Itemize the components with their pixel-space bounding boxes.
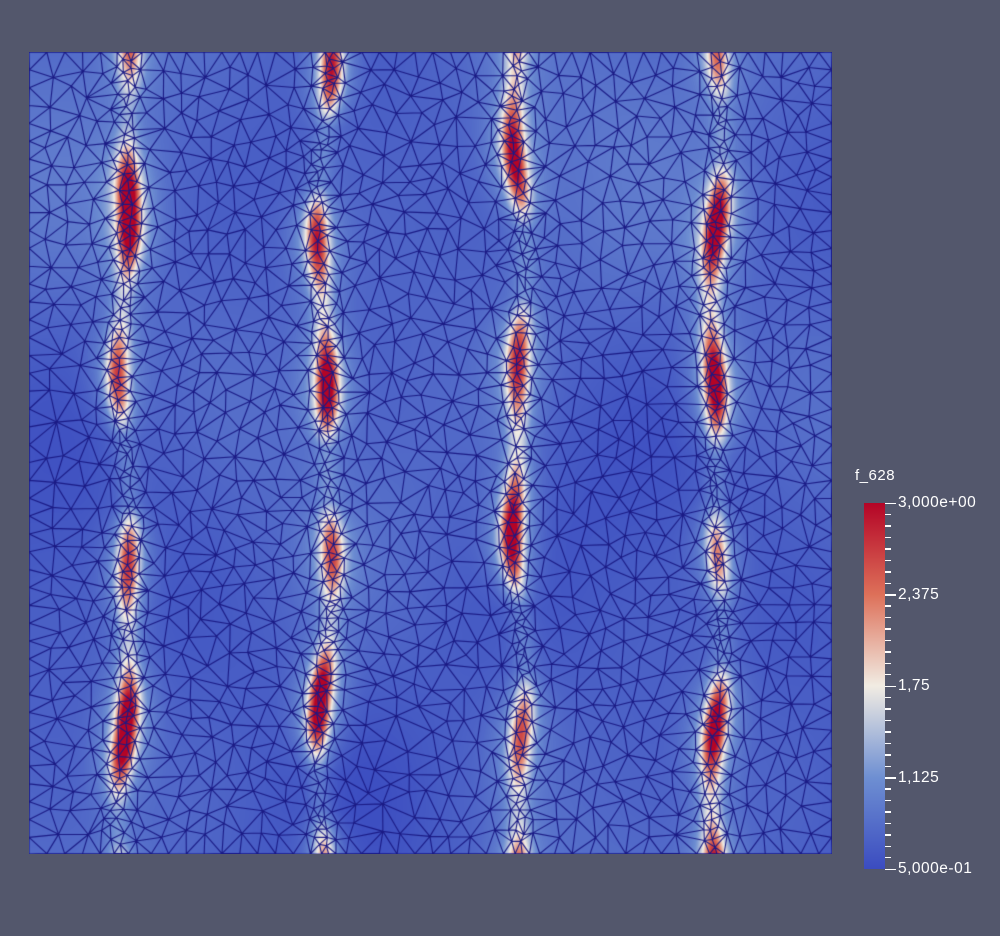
colorbar-major-tick bbox=[885, 685, 896, 688]
colorbar-minor-tick bbox=[885, 799, 891, 802]
colorbar-minor-tick bbox=[885, 696, 891, 699]
colorbar-minor-tick bbox=[885, 571, 891, 573]
colorbar-minor-tick bbox=[885, 559, 891, 562]
colorbar-major-tick bbox=[885, 777, 896, 779]
colorbar-minor-tick bbox=[885, 811, 891, 813]
colorbar-label: 1,75 bbox=[898, 677, 931, 694]
colorbar-label: 1,125 bbox=[898, 768, 940, 786]
colorbar-minor-tick bbox=[885, 708, 891, 710]
colorbar-minor-tick bbox=[885, 582, 891, 584]
mesh-render-canvas[interactable] bbox=[29, 52, 832, 854]
colorbar-minor-tick bbox=[885, 719, 891, 722]
colorbar-minor-tick bbox=[885, 536, 891, 539]
colorbar-minor-tick bbox=[885, 639, 891, 642]
colorbar-minor-tick bbox=[885, 525, 891, 527]
colorbar-label: 5,000e-01 bbox=[898, 860, 973, 877]
colorbar-minor-tick bbox=[885, 616, 891, 619]
colorbar-minor-tick bbox=[885, 822, 891, 825]
colorbar-minor-tick bbox=[885, 548, 891, 550]
colorbar-minor-tick bbox=[885, 513, 891, 516]
colorbar-minor-tick bbox=[885, 628, 891, 630]
colorbar-minor-tick bbox=[885, 651, 891, 653]
colorbar-title: f_628 bbox=[855, 467, 896, 484]
colorbar-minor-tick bbox=[885, 834, 891, 836]
colorbar-label: 2,375 bbox=[898, 585, 940, 603]
colorbar-minor-tick bbox=[885, 731, 891, 733]
colorbar-major-tick bbox=[885, 594, 896, 596]
colorbar-minor-tick bbox=[885, 765, 891, 767]
colorbar-minor-tick bbox=[885, 674, 891, 676]
colorbar-minor-tick bbox=[885, 845, 891, 848]
colorbar-minor-tick bbox=[885, 754, 891, 756]
colorbar-major-tick bbox=[885, 868, 896, 871]
colorbar-minor-tick bbox=[885, 788, 891, 790]
colorbar-label: 3,000e+00 bbox=[898, 494, 977, 511]
colorbar-gradient[interactable] bbox=[864, 503, 885, 869]
colorbar-minor-tick bbox=[885, 857, 891, 859]
colorbar-minor-tick bbox=[885, 662, 891, 665]
colorbar-minor-tick bbox=[885, 605, 891, 607]
colorbar-major-tick bbox=[885, 502, 896, 505]
render-view: f_628 3,000e+00 2,375 1,75 1,125 5,000e-01 bbox=[0, 0, 1000, 936]
colorbar-minor-tick bbox=[885, 742, 891, 745]
